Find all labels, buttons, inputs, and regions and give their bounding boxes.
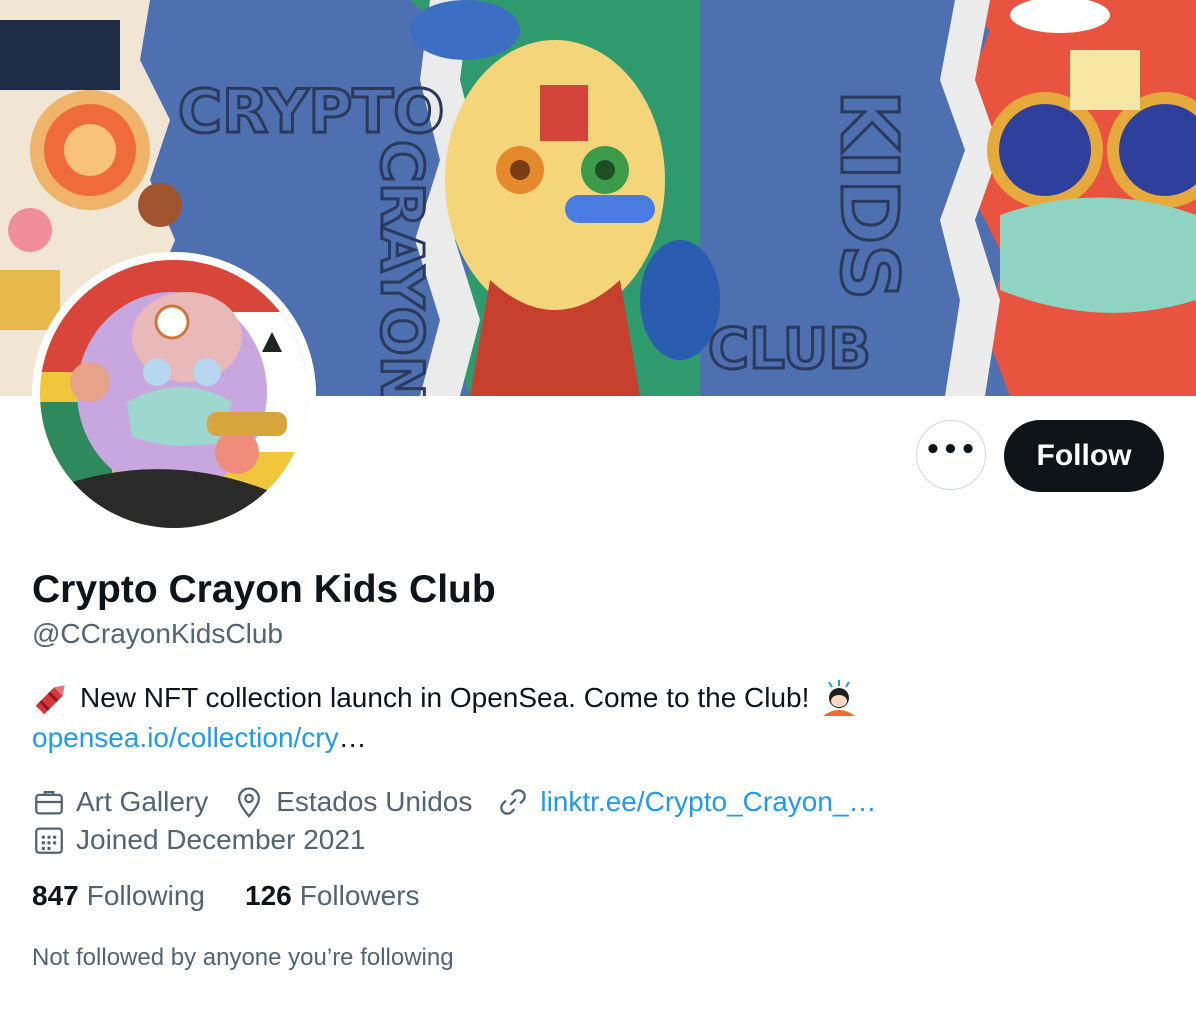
bio-line-1: New NFT collection launch in OpenSea. Co…	[32, 678, 1132, 718]
follow-button[interactable]: Follow	[1004, 420, 1164, 492]
banner-text-kids: KIDS	[823, 90, 913, 300]
joined-label: Joined December 2021	[76, 824, 366, 855]
handle: @CCrayonKidsClub	[32, 618, 283, 649]
link-icon	[500, 789, 527, 815]
website-item[interactable]: linktr.ee/Crypto_Crayon_…	[496, 785, 877, 819]
bio-line-2: opensea.io/collection/cry…	[32, 718, 1132, 758]
following-label: Following	[86, 880, 205, 911]
following-count: 847	[32, 880, 79, 911]
calendar-icon	[35, 827, 63, 854]
bio-link[interactable]: opensea.io/collection/cry	[32, 718, 339, 758]
person-bowing-icon	[823, 680, 856, 716]
bio-text: New NFT collection launch in OpenSea. Co…	[80, 682, 810, 713]
display-name: Crypto Crayon Kids Club	[32, 568, 496, 611]
location-item: Estados Unidos	[232, 785, 472, 819]
crayon-icon	[35, 685, 65, 715]
followers-label: Followers	[299, 880, 420, 911]
location-label: Estados Unidos	[276, 786, 473, 817]
banner-text-crayon: CRAYON	[368, 140, 436, 396]
bio-link-ellipsis: …	[338, 722, 367, 753]
website-link[interactable]: linktr.ee/Crypto_Crayon_…	[540, 786, 876, 818]
followers-stat[interactable]: 126 Followers	[245, 880, 420, 912]
followers-count: 126	[245, 880, 292, 911]
following-stat[interactable]: 847 Following	[32, 880, 205, 912]
avatar-artwork	[32, 252, 316, 536]
avatar[interactable]	[32, 252, 316, 536]
location-pin-icon	[238, 787, 261, 818]
more-icon: •••	[924, 435, 978, 465]
category-item: Art Gallery	[32, 785, 208, 819]
follow-stats: 847 Following 126 Followers	[32, 880, 460, 912]
bio: New NFT collection launch in OpenSea. Co…	[32, 678, 1132, 758]
joined-item: Joined December 2021	[32, 823, 366, 857]
profile-meta-row: Art Gallery Estados Unidos linktr.ee/Cry…	[32, 782, 1172, 822]
joined-row: Joined December 2021	[32, 820, 1172, 860]
briefcase-icon	[35, 790, 63, 815]
banner-text-club: CLUB	[708, 317, 871, 382]
more-options-button[interactable]: •••	[916, 420, 986, 490]
category-label: Art Gallery	[76, 786, 209, 817]
banner-text-crypto: CRYPTO	[178, 77, 444, 147]
social-context-text: Not followed by anyone you’re following	[32, 944, 454, 971]
